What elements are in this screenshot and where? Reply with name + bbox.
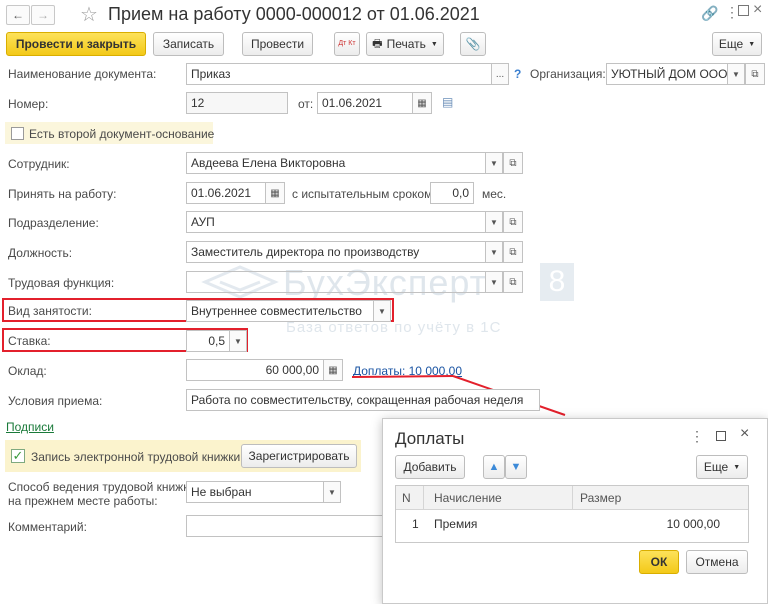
book-method-dropdown[interactable]: ▼: [323, 481, 341, 503]
col-accrual: Начисление: [434, 491, 502, 505]
extras-table: N Начисление Размер 1 Премия 10 000,00: [395, 485, 749, 543]
book-method-label-1: Способ ведения трудовой книжки: [8, 480, 196, 494]
row-amount: 10 000,00: [666, 517, 720, 531]
elec-book-checkbox[interactable]: ✓: [11, 449, 25, 463]
move-down-button[interactable]: ▼: [505, 455, 527, 479]
comment-field[interactable]: [186, 515, 386, 537]
cancel-button[interactable]: Отмена: [686, 550, 748, 574]
more-label: Еще: [703, 460, 729, 474]
checkmark-icon: ✓: [12, 448, 24, 463]
conditions-label: Условия приема:: [8, 394, 103, 408]
arrow-up-icon: ▲: [488, 461, 500, 473]
signatures-link[interactable]: Подписи: [6, 420, 54, 434]
book-method-field[interactable]: Не выбран: [186, 481, 324, 503]
dialog-title: Доплаты: [395, 429, 465, 448]
row-n: 1: [412, 517, 419, 531]
add-button[interactable]: Добавить: [395, 455, 465, 479]
kebab-icon[interactable]: ⋮: [690, 428, 704, 445]
elec-book-label: Запись электронной трудовой книжки:: [31, 450, 244, 464]
row-accrual: Премия: [434, 517, 478, 531]
close-icon[interactable]: ×: [740, 425, 749, 443]
chevron-down-icon: ▼: [328, 487, 336, 497]
conditions-field[interactable]: Работа по совместительству, сокращенная …: [186, 389, 540, 411]
ok-button[interactable]: ОК: [639, 550, 679, 574]
dialog-more-button[interactable]: Еще ▼: [696, 455, 748, 479]
table-row[interactable]: 1 Премия 10 000,00: [396, 510, 748, 536]
book-method-label-2: на прежнем месте работы:: [8, 494, 158, 508]
chevron-down-icon: ▼: [733, 463, 741, 471]
register-button[interactable]: Зарегистрировать: [241, 444, 357, 468]
col-amount: Размер: [580, 491, 622, 505]
comment-label: Комментарий:: [8, 520, 87, 534]
table-header: N Начисление Размер: [396, 486, 748, 510]
maximize-icon[interactable]: [716, 431, 726, 441]
move-up-button[interactable]: ▲: [483, 455, 505, 479]
extras-dialog: Доплаты ⋮ × Добавить ▲ ▼ Еще ▼ N Начисле…: [382, 418, 768, 604]
arrow-down-icon: ▼: [510, 461, 522, 473]
col-n: N: [402, 491, 411, 505]
